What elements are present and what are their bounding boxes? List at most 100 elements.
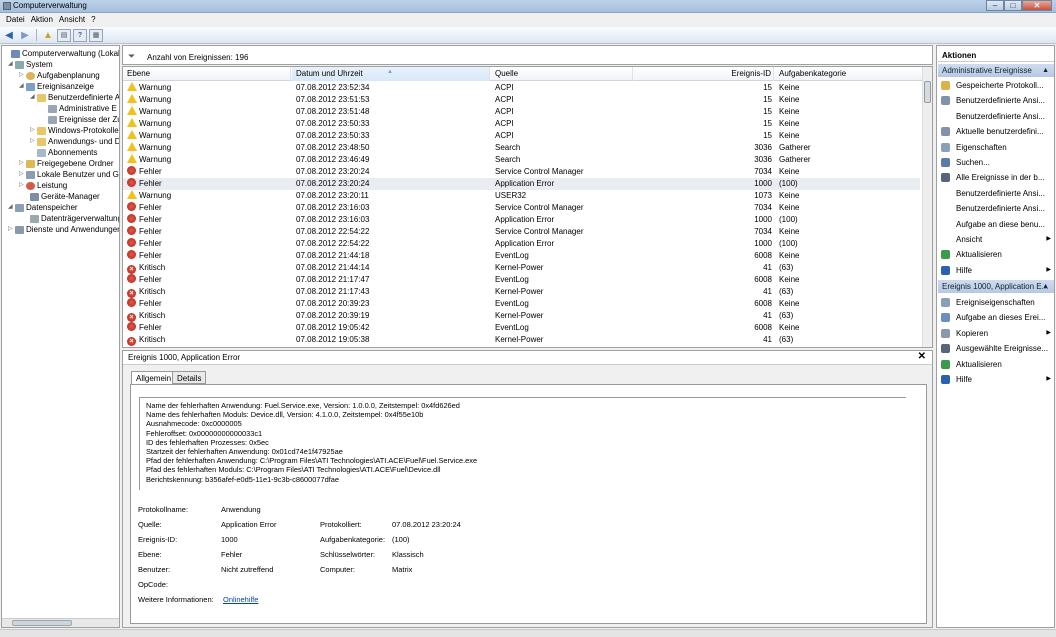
status-bar	[0, 629, 1056, 637]
tree-item-ereignisse-der-zu[interactable]: Ereignisse der Zu	[48, 114, 119, 125]
table-row[interactable]: × Kritisch 07.08.2012 19:05:38 Kernel-Power…	[123, 334, 920, 346]
label-ereignis-id: Ereignis-ID:	[138, 535, 178, 544]
actions-group-event[interactable]: Ereignis 1000, Application E... ▲	[938, 280, 1054, 293]
menu-ansicht[interactable]: Ansicht	[53, 14, 85, 26]
action-item[interactable]: Benutzerdefinierte Ansi...	[939, 93, 1053, 108]
label-ebene: Ebene:	[138, 550, 162, 559]
event-description[interactable]: Name der fehlerhaften Anwendung: Fuel.Se…	[139, 397, 906, 490]
tree-item-windows-protokolle[interactable]: ▷ Windows-Protokolle	[30, 125, 119, 136]
services-icon	[15, 225, 24, 234]
table-row[interactable]: Warnung 07.08.2012 23:50:33 ACPI 15 Keine	[123, 130, 920, 142]
table-row[interactable]: × Kritisch 07.08.2012 21:17:43 Kernel-Power…	[123, 286, 920, 298]
action-item[interactable]: Aufgabe an dieses Erei...	[939, 310, 1053, 325]
table-row[interactable]: Fehler 07.08.2012 23:16:03 Application Err…	[123, 214, 920, 226]
menu-datei[interactable]: Datei	[0, 14, 25, 26]
grid-vertical-scrollbar[interactable]	[922, 67, 932, 347]
table-row[interactable]: Fehler 07.08.2012 23:20:24 Application Err…	[123, 178, 920, 190]
onlinehilfe-link[interactable]: Onlinehilfe	[223, 595, 258, 604]
table-row[interactable]: × Kritisch 07.08.2012 20:39:19 Kernel-Power…	[123, 310, 920, 322]
tree-item-ereignisanzeige[interactable]: ◢ Ereignisanzeige	[19, 81, 94, 92]
action-item[interactable]: Gespeicherte Protokoll...	[939, 78, 1053, 93]
action-item[interactable]: Ansicht ▶	[939, 232, 1053, 247]
table-row[interactable]: Fehler 07.08.2012 21:44:18 EventLog 6008 Kei…	[123, 250, 920, 262]
cell-date: 07.08.2012 23:16:03	[296, 203, 370, 212]
tree-item-geraete-manager[interactable]: Geräte-Manager	[30, 191, 100, 202]
tree-item-system[interactable]: ◢ System	[8, 59, 53, 70]
table-row[interactable]: Fehler 07.08.2012 23:16:03 Service Control…	[123, 202, 920, 214]
action-item[interactable]: Aktualisieren	[939, 357, 1053, 372]
tree-item-datenspeicher[interactable]: ◢ Datenspeicher	[8, 202, 78, 213]
tree-item-computerverwaltung[interactable]: Computerverwaltung (Lokal)	[4, 48, 119, 59]
tree-item-benutzerdefinierte[interactable]: ◢ Benutzerdefinierte A	[30, 92, 119, 103]
table-row[interactable]: Warnung 07.08.2012 23:20:11 USER32 1073 Kein…	[123, 190, 920, 202]
table-row[interactable]: Fehler 07.08.2012 20:39:23 EventLog 6008 Kei…	[123, 298, 920, 310]
tree-item-dienste[interactable]: ▷ Dienste und Anwendungen	[8, 224, 119, 235]
minimize-button[interactable]: –	[986, 0, 1004, 11]
table-row[interactable]: Warnung 07.08.2012 23:48:50 Search 3036 Gath…	[123, 142, 920, 154]
menu-aktion[interactable]: Aktion	[25, 14, 53, 26]
close-icon[interactable]: ✕	[918, 351, 926, 362]
column-aufgabenkategorie[interactable]: Aufgabenkategorie	[775, 67, 923, 81]
table-row[interactable]: Fehler 07.08.2012 23:20:24 Service Control…	[123, 166, 920, 178]
back-arrow-icon[interactable]: ◀	[2, 29, 16, 42]
column-ebene[interactable]: Ebene	[123, 67, 291, 81]
table-row[interactable]: Fehler 07.08.2012 21:17:47 EventLog 6008 Kei…	[123, 274, 920, 286]
action-item[interactable]: Hilfe ▶	[939, 263, 1053, 278]
table-row[interactable]: Fehler 07.08.2012 22:54:22 Application Err…	[123, 238, 920, 250]
table-row[interactable]: Warnung 07.08.2012 23:51:48 ACPI 15 Keine	[123, 106, 920, 118]
warning-icon	[127, 118, 137, 127]
tree-item-administrative[interactable]: Administrative E	[48, 103, 117, 114]
label-benutzer: Benutzer:	[138, 565, 171, 574]
tree-item-leistung[interactable]: ▷ Leistung	[19, 180, 67, 191]
action-item[interactable]: Suchen...	[939, 155, 1053, 170]
column-ereignis-id[interactable]: Ereignis-ID	[634, 67, 774, 81]
action-item[interactable]: Eigenschaften	[939, 140, 1053, 155]
action-item[interactable]: Ereigniseigenschaften	[939, 295, 1053, 310]
maximize-button[interactable]: □	[1004, 0, 1022, 11]
show-hide-tree-icon[interactable]: ▤	[57, 28, 71, 42]
action-item[interactable]: Aktuelle benutzerdefini...	[939, 124, 1053, 139]
table-row[interactable]: Warnung 07.08.2012 23:50:33 ACPI 15 Keine	[123, 118, 920, 130]
action-item[interactable]: Kopieren ▶	[939, 326, 1053, 341]
tab-allgemein[interactable]: Allgemein	[131, 371, 177, 385]
tree-item-anwendungs[interactable]: ▷ Anwendungs- und D	[30, 136, 119, 147]
table-row[interactable]: Fehler 07.08.2012 19:05:42 EventLog 6008 Kei…	[123, 322, 920, 334]
tree-item-datentraegerverwaltung[interactable]: Datenträgerverwaltung	[30, 213, 119, 224]
table-row[interactable]: Warnung 07.08.2012 23:51:53 ACPI 15 Keine	[123, 94, 920, 106]
tree-item-lokale-benutzer[interactable]: ▷ Lokale Benutzer und Gr	[19, 169, 119, 180]
tree-horizontal-scrollbar[interactable]	[2, 618, 119, 627]
actions-header: Aktionen	[938, 49, 1054, 62]
show-hide-actions-icon[interactable]: ▦	[89, 28, 103, 42]
event-grid: Ebene Datum und Uhrzeit ▲ Quelle Ereignis…	[122, 66, 933, 348]
action-item[interactable]: Benutzerdefinierte Ansi...	[939, 109, 1053, 124]
forward-arrow-icon[interactable]: ▶	[18, 29, 32, 42]
cell-source: USER32	[495, 191, 527, 200]
warning-icon	[127, 94, 137, 103]
action-item[interactable]: Hilfe ▶	[939, 372, 1053, 387]
tree-item-aufgabenplanung[interactable]: ▷ Aufgabenplanung	[19, 70, 100, 81]
action-item[interactable]: Benutzerdefinierte Ansi...	[939, 186, 1053, 201]
actions-group-administrative[interactable]: Administrative Ereignisse ▲	[938, 64, 1054, 77]
menu-help[interactable]: ?	[85, 14, 95, 26]
tree-item-freigegebene-ordner[interactable]: ▷ Freigegebene Ordner	[19, 158, 114, 169]
action-item[interactable]: Benutzerdefinierte Ansi...	[939, 201, 1053, 216]
help-icon	[941, 375, 950, 384]
action-item[interactable]: Ausgewählte Ereignisse...	[939, 341, 1053, 356]
action-item[interactable]: Alle Ereignisse in der b...	[939, 170, 1053, 185]
device-manager-icon	[30, 192, 39, 201]
table-row[interactable]: Warnung 07.08.2012 23:46:49 Search 3036 Gath…	[123, 154, 920, 166]
tab-details[interactable]: Details	[172, 371, 207, 384]
help-icon[interactable]: ?	[73, 28, 87, 42]
task-icon	[941, 313, 950, 323]
close-button[interactable]: ✕	[1022, 0, 1052, 11]
action-item[interactable]: Aktualisieren	[939, 247, 1053, 262]
table-row[interactable]: Fehler 07.08.2012 22:54:22 Service Control…	[123, 226, 920, 238]
table-row[interactable]: Warnung 07.08.2012 23:52:34 ACPI 15 Keine	[123, 82, 920, 94]
up-folder-icon[interactable]: ▲	[41, 29, 55, 42]
action-item[interactable]: Aufgabe an diese benu...	[939, 217, 1053, 232]
column-quelle[interactable]: Quelle	[491, 67, 633, 81]
cell-source: Application Error	[495, 179, 555, 188]
column-datum[interactable]: Datum und Uhrzeit ▲	[292, 67, 490, 81]
table-row[interactable]: × Kritisch 07.08.2012 21:44:14 Kernel-Power…	[123, 262, 920, 274]
tree-item-abonnements[interactable]: Abonnements	[37, 147, 97, 158]
